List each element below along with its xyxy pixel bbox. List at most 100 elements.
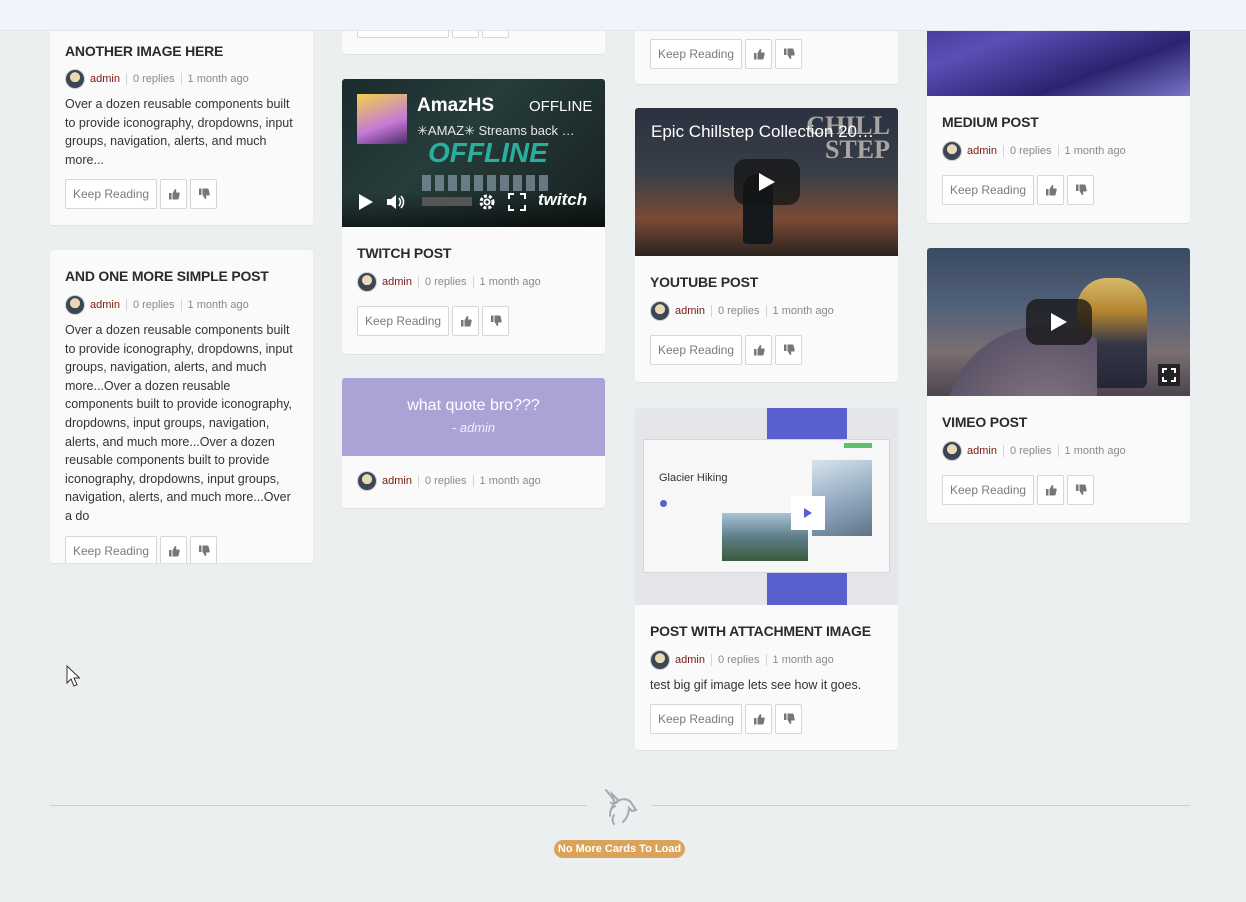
preview-heading: Glacier Hiking [659,472,728,484]
play-icon [758,173,775,191]
post-title[interactable]: POST WITH ATTACHMENT IMAGE [650,621,883,641]
dislike-button[interactable] [482,306,510,336]
top-bar [0,0,1246,30]
divider [125,73,127,85]
keep-reading-button[interactable]: Keep Reading [942,175,1035,205]
footer-divider-right [652,805,1190,806]
like-button[interactable] [160,179,188,210]
author-link[interactable]: admin [90,299,120,311]
no-more-cards-badge: No More Cards To Load [554,840,685,858]
keep-reading-button[interactable]: Keep Reading [65,535,158,563]
thumbs-down-icon [1075,484,1087,495]
like-button[interactable] [452,306,480,336]
divider [710,305,712,317]
dislike-button[interactable] [190,535,218,563]
dislike-button[interactable] [1067,175,1095,205]
quote-author: - admin [451,420,496,435]
like-button[interactable] [745,39,773,69]
author-avatar[interactable] [942,441,962,461]
channel-name[interactable]: AmazHS [417,95,494,117]
author-avatar[interactable] [650,301,670,321]
channel-avatar[interactable] [357,94,407,144]
thumbs-down-icon [783,344,795,355]
dislike-button[interactable] [190,179,218,210]
reply-count: 0 replies [424,276,467,288]
play-icon [1050,313,1067,331]
thumbs-up-icon [1045,485,1057,496]
dislike-button[interactable] [775,703,803,734]
preview-green-tag [844,443,872,448]
twitch-player[interactable]: AmazHS OFFLINE ✳AMAZ✳ Streams back … OFF… [342,79,605,227]
post-card-attachment: Glacier Hiking POST WITH ATTACHMENT IMAG… [635,408,898,750]
keep-reading-button[interactable]: Keep Reading [650,703,743,734]
attachment-image[interactable]: Glacier Hiking [635,408,898,605]
post-actions: Keep Reading [942,175,1175,205]
thumbs-up-icon [753,713,765,725]
author-avatar[interactable] [65,295,85,315]
play-button[interactable] [1025,299,1092,345]
author-link[interactable]: admin [967,145,997,157]
author-avatar[interactable] [942,141,962,161]
author-link[interactable]: admin [675,305,705,317]
reply-count: 0 replies [132,73,175,85]
offline-banner: OFFLINE [428,137,548,168]
divider [180,73,182,85]
youtube-player[interactable]: CHILL STEP Epic Chillstep Collection 20… [635,108,898,256]
post-card-another-image: ANOTHER IMAGE HERE admin 0 replies 1 mon… [50,20,313,225]
post-actions: Keep Reading [65,179,298,210]
author-link[interactable]: admin [382,276,412,288]
post-title[interactable]: ANOTHER IMAGE HERE [65,41,298,61]
volume-icon[interactable] [386,193,406,211]
author-link[interactable]: admin [90,73,120,85]
post-time: 1 month ago [479,276,541,288]
like-button[interactable] [1037,475,1065,505]
author-avatar[interactable] [357,471,377,491]
post-meta: admin 0 replies 1 month ago [357,271,590,293]
keep-reading-button[interactable]: Keep Reading [650,39,743,69]
keep-reading-button[interactable]: Keep Reading [357,306,450,336]
divider [125,299,127,311]
keep-reading-button[interactable]: Keep Reading [942,475,1035,505]
thumbs-down-icon [783,713,795,724]
volume-slider[interactable] [422,197,472,206]
thumbs-up-icon [168,189,180,200]
settings-icon[interactable] [478,193,496,211]
post-title[interactable]: AND ONE MORE SIMPLE POST [65,266,298,286]
author-avatar[interactable] [650,650,670,670]
post-title[interactable]: VIMEO POST [942,412,1175,432]
post-actions: Keep Reading [650,39,805,69]
author-link[interactable]: admin [675,654,705,666]
like-button[interactable] [160,535,188,563]
post-title[interactable]: YOUTUBE POST [650,272,883,292]
post-meta: admin 0 replies 1 month ago [942,140,1175,162]
divider [417,475,419,487]
author-avatar[interactable] [65,69,85,89]
dislike-button[interactable] [1067,475,1095,505]
thumbs-down-icon [1075,184,1087,195]
divider [1057,445,1059,457]
thumbs-down-icon [783,48,795,59]
post-title[interactable]: MEDIUM POST [942,112,1175,132]
dislike-button[interactable] [775,335,803,365]
like-button[interactable] [1037,175,1065,205]
dislike-button[interactable] [775,39,803,69]
preview-play-box[interactable] [791,496,825,530]
fullscreen-icon [1162,368,1176,382]
post-actions: Keep Reading [942,475,1175,505]
post-title[interactable]: TWITCH POST [357,243,590,263]
author-avatar[interactable] [357,272,377,292]
play-button[interactable] [733,159,800,205]
like-button[interactable] [745,703,773,734]
author-link[interactable]: admin [967,445,997,457]
author-link[interactable]: admin [382,475,412,487]
fullscreen-icon[interactable] [508,193,526,211]
fullscreen-button[interactable] [1158,364,1180,386]
play-icon[interactable] [358,193,374,211]
keep-reading-button[interactable]: Keep Reading [650,335,743,365]
vimeo-player[interactable] [927,248,1190,396]
twitch-logo[interactable]: twitch [538,190,587,210]
keep-reading-button[interactable]: Keep Reading [65,179,158,210]
video-title[interactable]: Epic Chillstep Collection 20… [651,122,874,142]
play-icon [804,508,812,518]
like-button[interactable] [745,335,773,365]
